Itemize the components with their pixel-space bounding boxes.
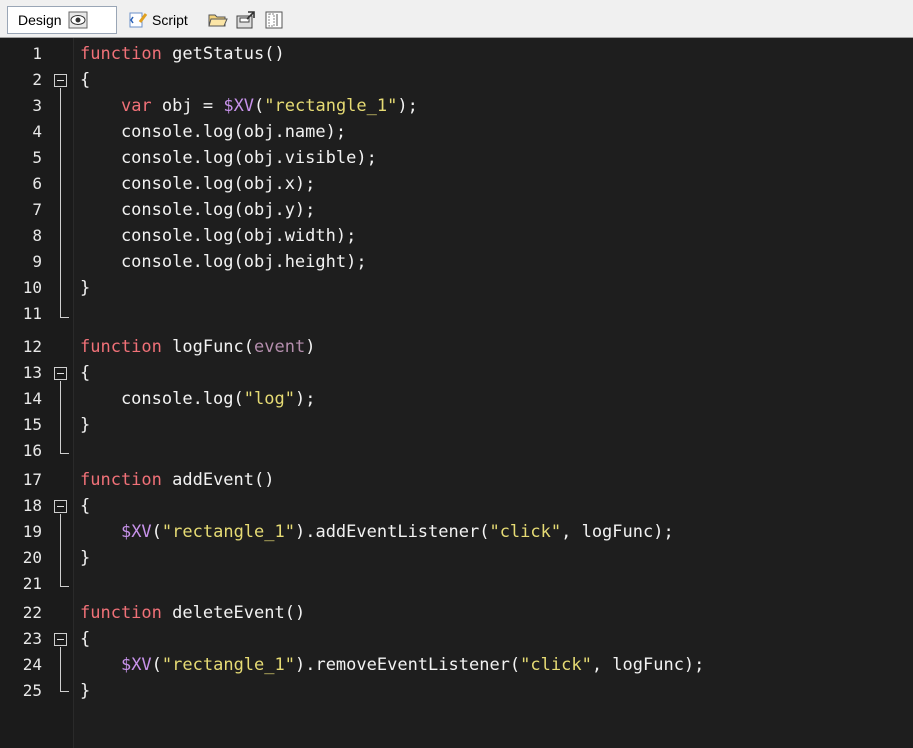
code-text: {	[80, 496, 91, 516]
code-text: console.log(obj.height);	[80, 252, 367, 272]
code-line: 10 }	[0, 275, 913, 301]
code-line: 3 var obj = $XV("rectangle_1");	[0, 93, 913, 119]
code-text: function deleteEvent()	[80, 603, 306, 623]
code-text: console.log(obj.y);	[80, 200, 316, 220]
line-number: 24	[22, 655, 42, 674]
fold-guide	[60, 647, 61, 691]
fold-end-marker	[60, 586, 69, 587]
code-line: 21	[0, 571, 913, 597]
line-number: 10	[22, 278, 42, 297]
tab-design-label: Design	[18, 12, 62, 28]
line-number: 25	[22, 681, 42, 700]
code-text: }	[80, 548, 91, 568]
line-number: 15	[22, 415, 42, 434]
code-text: $XV("rectangle_1").addEventListener("cli…	[120, 522, 674, 542]
tab-script[interactable]: Script	[124, 6, 194, 34]
code-text: console.log(obj.width);	[80, 226, 357, 246]
tab-script-label: Script	[152, 12, 188, 28]
code-text: {	[80, 629, 91, 649]
line-number: 13	[22, 363, 42, 382]
code-text: function addEvent()	[80, 470, 275, 490]
fold-end-marker	[60, 453, 69, 454]
code-line: 18 {	[0, 493, 913, 519]
script-icon	[129, 12, 148, 28]
code-text: console.log(obj.visible);	[80, 148, 377, 168]
code-text: console.log("log");	[80, 389, 316, 409]
code-text: function getStatus()	[80, 44, 285, 64]
line-number: 6	[32, 174, 42, 193]
line-number: 19	[22, 522, 42, 541]
fold-collapse-icon[interactable]	[54, 367, 67, 380]
code-text: $XV("rectangle_1").removeEventListener("…	[120, 655, 705, 675]
fold-collapse-icon[interactable]	[54, 74, 67, 87]
line-number: 1	[32, 44, 42, 63]
code-line: 8 console.log(obj.width);	[0, 223, 913, 249]
fold-collapse-icon[interactable]	[54, 500, 67, 513]
code-line: 19 $XV("rectangle_1").addEventListener("…	[0, 519, 913, 545]
line-number: 7	[32, 200, 42, 219]
line-number: 11	[22, 304, 42, 323]
line-number: 14	[22, 389, 42, 408]
open-folder-icon[interactable]	[208, 10, 228, 30]
code-line: 25 }	[0, 678, 913, 704]
line-number: 5	[32, 148, 42, 167]
fold-end-marker	[60, 317, 69, 318]
code-text: }	[80, 681, 91, 701]
code-line: 1 function getStatus()	[0, 41, 913, 67]
line-number: 20	[22, 548, 42, 567]
line-number: 21	[22, 574, 42, 593]
code-line: 2 {	[0, 67, 913, 93]
code-text: console.log(obj.name);	[80, 122, 347, 142]
panel-icon[interactable]	[264, 10, 284, 30]
code-text: console.log(obj.x);	[80, 174, 316, 194]
line-number: 2	[32, 70, 42, 89]
code-text: var obj = $XV("rectangle_1");	[120, 96, 418, 116]
code-text: function logFunc(event)	[80, 337, 316, 357]
line-number: 18	[22, 496, 42, 515]
line-number: 23	[22, 629, 42, 648]
code-line: 5 console.log(obj.visible);	[0, 145, 913, 171]
fold-collapse-icon[interactable]	[54, 633, 67, 646]
code-text: }	[80, 278, 91, 298]
code-line: 13 {	[0, 360, 913, 386]
line-number: 3	[32, 96, 42, 115]
code-line: 9 console.log(obj.height);	[0, 249, 913, 275]
line-number: 17	[22, 470, 42, 489]
fold-guide	[60, 88, 61, 317]
eye-icon	[68, 11, 88, 29]
code-text: {	[80, 363, 91, 383]
fold-end-marker	[60, 691, 69, 692]
code-line: 23 {	[0, 626, 913, 652]
export-icon[interactable]	[236, 10, 256, 30]
code-line: 14 console.log("log");	[0, 386, 913, 412]
code-line: 6 console.log(obj.x);	[0, 171, 913, 197]
line-number: 16	[22, 441, 42, 460]
code-editor[interactable]: 1 function getStatus() 2 { 3 var obj = $…	[0, 38, 913, 748]
code-text: }	[80, 415, 91, 435]
code-line: 7 console.log(obj.y);	[0, 197, 913, 223]
code-line: 11	[0, 301, 913, 327]
editor-toolbar: Design Script	[0, 0, 913, 38]
code-line: 24 $XV("rectangle_1").removeEventListene…	[0, 652, 913, 678]
code-line: 12 function logFunc(event)	[0, 334, 913, 360]
code-line: 16	[0, 438, 913, 464]
code-line: 22 function deleteEvent()	[0, 600, 913, 626]
code-text: {	[80, 70, 91, 90]
line-number: 12	[22, 337, 42, 356]
code-line: 15 }	[0, 412, 913, 438]
line-number: 8	[32, 226, 42, 245]
fold-guide	[60, 381, 61, 453]
line-number: 22	[22, 603, 42, 622]
line-number: 9	[32, 252, 42, 271]
fold-guide	[60, 514, 61, 586]
tab-design[interactable]: Design	[7, 6, 117, 34]
code-line: 20 }	[0, 545, 913, 571]
line-number: 4	[32, 122, 42, 141]
code-line: 4 console.log(obj.name);	[0, 119, 913, 145]
code-line: 17 function addEvent()	[0, 467, 913, 493]
